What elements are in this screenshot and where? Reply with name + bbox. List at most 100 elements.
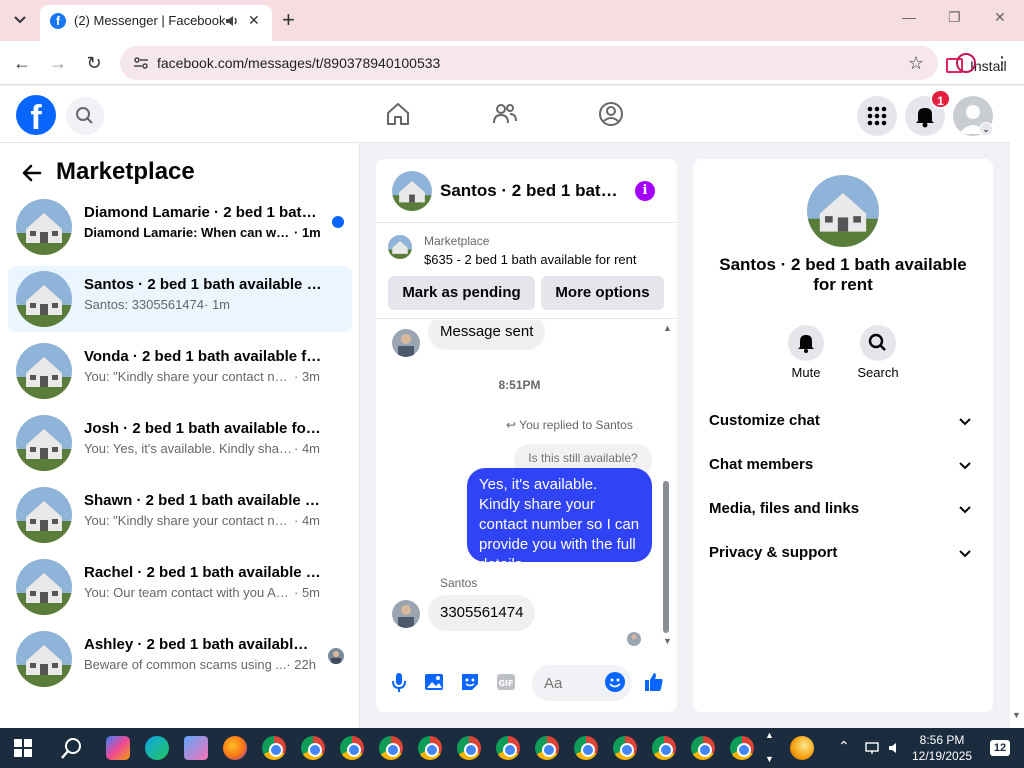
chrome-app-icon[interactable] [262,736,286,760]
mark-as-pending-button[interactable]: Mark as pending [388,276,535,310]
chrome-app-icon[interactable] [457,736,481,760]
windows-start-icon[interactable] [14,739,32,757]
reload-icon[interactable]: ↻ [84,53,104,73]
chat-scrollbar-thumb[interactable] [663,481,669,633]
message-sent-bubble[interactable]: Message sent [428,320,546,350]
taskbar-search-icon[interactable] [60,736,84,760]
listing-price-title[interactable]: $635 - 2 bed 1 bath available for rent [424,252,636,267]
search-conversation-button[interactable] [860,325,896,361]
chat-title[interactable]: Santos · 2 bed 1 bath available for rent [440,181,618,201]
window-close-icon[interactable]: ✕ [994,9,1006,26]
menu-grid-button[interactable] [857,96,897,136]
conversation-item[interactable]: Diamond Lamarie · 2 bed 1 bath available… [8,194,352,260]
chrome-app-icon[interactable] [379,736,403,760]
microphone-icon[interactable] [388,671,410,693]
weather-icon[interactable] [790,736,814,760]
friends-icon[interactable] [491,100,519,128]
listing-thumbnail [16,487,72,543]
chrome-app-icon[interactable] [691,736,715,760]
minimize-icon[interactable]: — [902,9,916,25]
info-listing-thumbnail[interactable] [807,175,879,247]
chrome-app-icon[interactable] [496,736,520,760]
bookmark-star-icon[interactable]: ☆ [906,53,926,73]
tab-close-icon[interactable]: ✕ [248,12,260,29]
tray-chevron-up-icon[interactable]: ⌃ [838,738,850,755]
back-arrow-icon[interactable]: ← [12,53,32,73]
outgoing-message-bubble[interactable]: Yes, it's available. Kindly share your c… [467,468,652,573]
copilot-app-icon[interactable] [106,736,130,760]
conversation-item[interactable]: Ashley · 2 bed 1 bath available for rent… [8,626,352,692]
privacy-support-row[interactable]: Privacy & support [709,541,977,565]
conversation-item[interactable]: Shawn · 2 bed 1 bath available for rent … [8,482,352,548]
sticker-icon[interactable] [459,671,481,693]
more-options-button[interactable]: More options [541,276,664,310]
firefox-app-icon[interactable] [223,736,247,760]
paint-app-icon[interactable] [184,736,208,760]
info-icon[interactable]: i [635,181,655,201]
page-scroll-down-icon[interactable]: ▼ [1012,710,1021,720]
chrome-app-icon[interactable] [535,736,559,760]
thumbs-up-icon[interactable] [643,671,665,693]
notification-center-badge[interactable]: 12 [990,740,1010,756]
volume-icon[interactable] [887,740,903,756]
conversation-name: Diamond Lamarie · 2 bed 1 bath available… [84,204,324,221]
marketplace-listing-card: Marketplace $635 - 2 bed 1 bath availabl… [376,223,677,319]
taskbar-overflow-up-icon[interactable]: ▲ [765,730,774,740]
scroll-down-arrow-icon[interactable]: ▼ [663,636,672,646]
conversation-item[interactable]: Josh · 2 bed 1 bath available for rent Y… [8,410,352,476]
sender-name: Santos [440,576,478,590]
seen-avatar [328,648,344,664]
facebook-search-button[interactable] [66,97,104,135]
account-chevron-icon[interactable]: ⌄ [979,122,993,136]
conversation-name: Rachel · 2 bed 1 bath available for rent [84,564,324,581]
chevron-down-icon [959,550,971,558]
mute-button[interactable] [788,325,824,361]
media-files-links-row[interactable]: Media, files and links [709,497,977,521]
omnibox[interactable]: facebook.com/messages/t/890378940100533 … [120,46,1007,80]
gif-icon[interactable]: GIF [495,671,517,693]
site-settings-icon[interactable] [132,54,150,72]
incoming-message-bubble[interactable]: 3305561474 [428,595,536,631]
home-icon[interactable] [384,100,412,128]
browser-tab-messenger[interactable]: f (2) Messenger | Facebook ✕ [40,5,272,41]
groups-icon[interactable] [597,100,625,128]
conversation-item[interactable]: Vonda · 2 bed 1 bath available for rent … [8,338,352,404]
marketplace-sidebar: Marketplace Diamond Lamarie · 2 bed 1 ba… [0,143,360,728]
facebook-logo-icon[interactable]: f [16,95,56,135]
profile-icon[interactable] [956,53,976,73]
conversation-name: Josh · 2 bed 1 bath available for rent [84,420,324,437]
back-arrow-icon[interactable] [20,161,44,185]
tab-search-chevron-icon[interactable] [8,9,32,31]
page-scrollbar[interactable]: ▼ [1010,86,1024,728]
browser-menu-icon[interactable]: ⋮ [992,53,1012,73]
chrome-app-icon[interactable] [340,736,364,760]
chat-listing-thumbnail[interactable] [392,171,432,211]
taskbar-overflow-down-icon[interactable]: ▼ [765,754,774,764]
chat-members-row[interactable]: Chat members [709,453,977,477]
photo-icon[interactable] [423,671,445,693]
chrome-app-icon[interactable] [613,736,637,760]
taskbar-clock[interactable]: 8:56 PM 12/19/2025 [912,732,972,764]
conversation-item[interactable]: Santos · 2 bed 1 bath available for rent… [8,266,352,332]
chrome-app-icon[interactable] [730,736,754,760]
new-tab-plus-icon[interactable]: + [282,7,295,33]
chrome-app-icon[interactable] [301,736,325,760]
network-icon[interactable] [864,740,880,756]
notification-badge: 1 [930,89,951,109]
marketplace-label: Marketplace [424,234,490,248]
restore-icon[interactable]: ❐ [948,9,961,26]
scroll-up-arrow-icon[interactable]: ▲ [663,323,672,333]
address-bar-row: ← → ↻ facebook.com/messages/t/8903789401… [0,41,1024,85]
forward-arrow-icon[interactable]: → [48,53,68,73]
chrome-app-icon[interactable] [418,736,442,760]
conversation-name: Ashley · 2 bed 1 bath available for rent [84,636,312,653]
chrome-app-icon[interactable] [652,736,676,760]
listing-thumbnail [16,559,72,615]
edge-app-icon[interactable] [145,736,169,760]
emoji-icon[interactable] [605,672,625,692]
speaker-icon[interactable] [224,13,240,29]
chrome-app-icon[interactable] [574,736,598,760]
customize-chat-row[interactable]: Customize chat [709,409,977,433]
conversation-item[interactable]: Rachel · 2 bed 1 bath available for rent… [8,554,352,620]
conversation-snippet: You: "Kindly share your contact numb... [84,513,294,528]
